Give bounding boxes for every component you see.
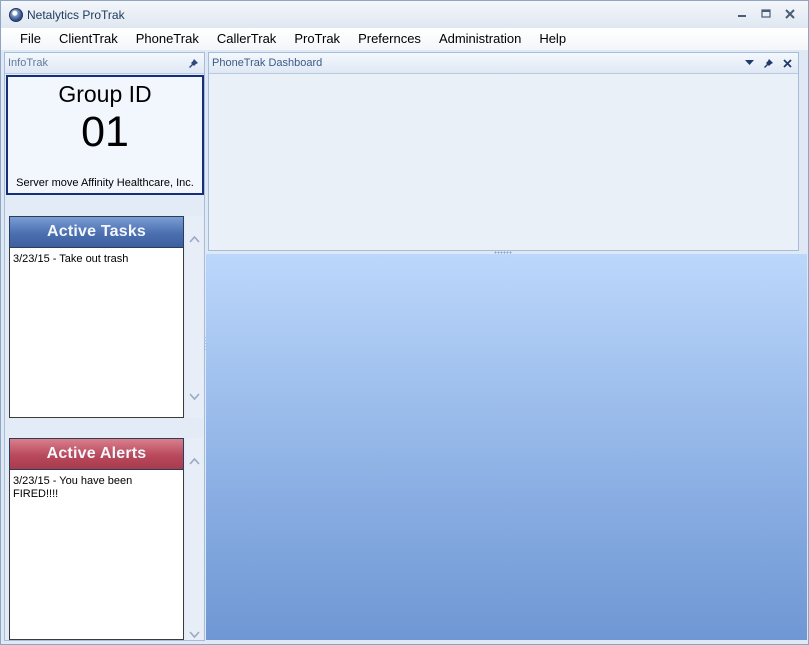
alerts-scroll-down[interactable] [188,628,201,641]
group-id-number: 01 [81,108,129,156]
infotrak-header: InfoTrak [5,53,204,74]
tasks-scroll-down[interactable] [188,390,201,403]
tasks-scrollbar[interactable] [186,216,203,418]
alerts-scroll-up[interactable] [188,454,201,467]
menu-phonetrak[interactable]: PhoneTrak [127,28,208,50]
active-tasks-list[interactable]: 3/23/15 - Take out trash [9,248,184,418]
close-icon [782,58,792,68]
infotrak-pin-button[interactable] [186,56,200,70]
window-title: Netalytics ProTrak [27,7,125,22]
pin-icon [763,58,773,68]
dashboard-header: PhoneTrak Dashboard [209,53,798,74]
active-tasks-section: Active Tasks 3/23/15 - Take out trash [9,216,203,418]
maximize-button[interactable] [756,5,776,23]
alert-item[interactable]: 3/23/15 - You have been FIRED!!!! [13,475,143,501]
close-icon [785,9,795,19]
dropdown-arrow-icon [744,60,754,65]
active-alerts-header: Active Alerts [9,438,184,470]
menu-help[interactable]: Help [530,28,575,50]
tasks-scroll-up[interactable] [188,232,201,245]
chevron-up-icon [189,235,200,243]
menu-callertrak[interactable]: CallerTrak [208,28,285,50]
chevron-down-icon [189,392,200,400]
app-window: Netalytics ProTrak File ClientTrak Phone… [0,0,809,645]
menu-clienttrak[interactable]: ClientTrak [50,28,127,50]
minimize-icon [738,15,746,17]
main-workspace [206,254,807,640]
close-button[interactable] [780,5,800,23]
active-alerts-section: Active Alerts 3/23/15 - You have been FI… [9,438,203,640]
chevron-up-icon [189,457,200,465]
alerts-scrollbar[interactable] [186,438,203,640]
dashboard-title: PhoneTrak Dashboard [212,57,323,69]
menu-file[interactable]: File [11,28,50,50]
infotrak-panel: InfoTrak Group ID 01 Server move Affinit… [4,52,205,641]
dashboard-dropdown-button[interactable] [742,56,756,70]
app-logo-icon[interactable] [9,7,23,22]
title-bar[interactable]: Netalytics ProTrak [1,1,808,28]
task-item[interactable]: 3/23/15 - Take out trash [13,253,180,266]
chevron-down-icon [189,630,200,638]
menu-administration[interactable]: Administration [430,28,530,50]
phonetrak-dashboard-panel: PhoneTrak Dashboard [208,52,799,251]
menu-bar: File ClientTrak PhoneTrak CallerTrak Pro… [1,28,808,50]
dashboard-pin-button[interactable] [761,56,775,70]
menu-preferences[interactable]: Prefernces [349,28,430,50]
pin-icon [188,58,198,68]
dashboard-controls [742,56,794,70]
maximize-icon [761,9,771,18]
group-id-label: Group ID [58,81,152,107]
group-id-box: Group ID 01 Server move Affinity Healthc… [6,75,204,195]
infotrak-title: InfoTrak [8,57,48,69]
active-tasks-header: Active Tasks [9,216,184,248]
active-alerts-list[interactable]: 3/23/15 - You have been FIRED!!!! [9,470,184,640]
window-controls [732,5,800,23]
minimize-button[interactable] [732,5,752,23]
group-description: Server move Affinity Healthcare, Inc. [16,177,194,189]
dashboard-close-button[interactable] [780,56,794,70]
menu-protrak[interactable]: ProTrak [285,28,349,50]
